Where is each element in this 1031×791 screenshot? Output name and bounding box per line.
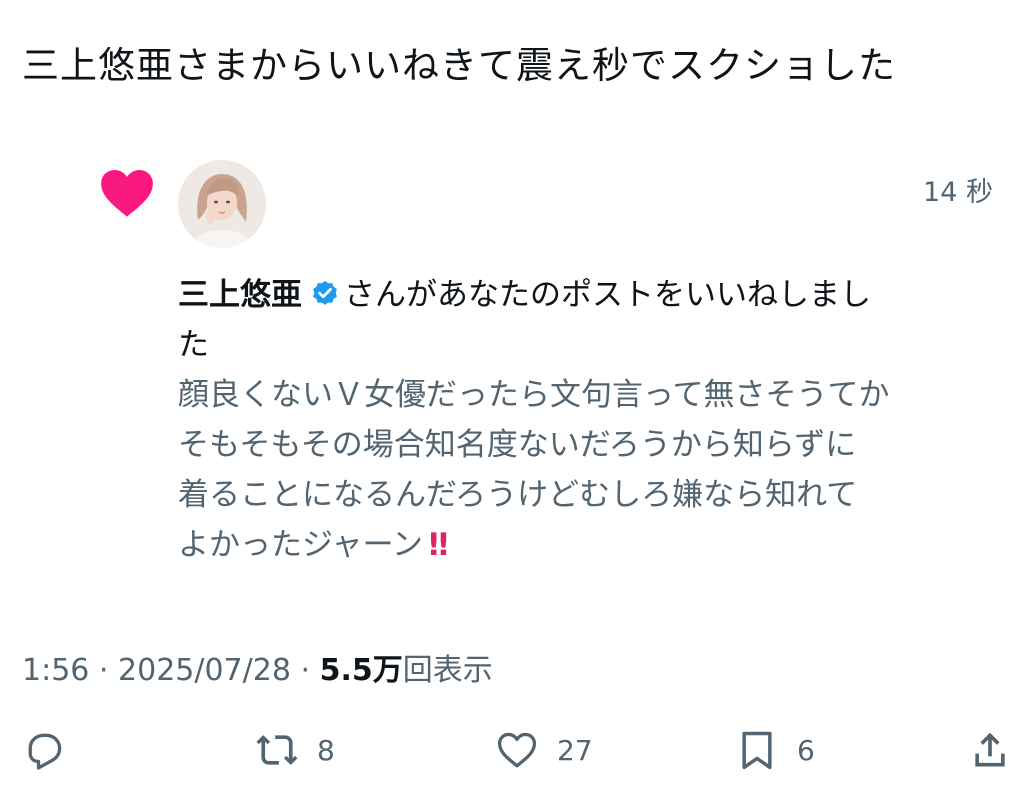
- meta-separator: ·: [300, 653, 311, 688]
- quoted-line: 着ることになるんだろうけどむしろ嫌なら知れて: [178, 477, 858, 513]
- repost-button[interactable]: 8: [255, 728, 335, 772]
- share-button[interactable]: [968, 728, 1012, 772]
- post-date[interactable]: 2025/07/28: [118, 653, 291, 688]
- avatar-image: [178, 160, 266, 248]
- bookmark-icon: [742, 731, 772, 770]
- notification-body: 三上悠亜 さんがあなたのポストをいいねしまし た 顔良くないＶ女優だったら文句言…: [178, 270, 998, 570]
- quoted-line: そもそもその場合知名度ないだろうから知らずに: [178, 427, 857, 463]
- repost-count: 8: [317, 733, 335, 767]
- like-button[interactable]: 27: [495, 728, 593, 772]
- double-exclamation-icon: ‼: [428, 527, 448, 563]
- post-time[interactable]: 1:56: [22, 653, 89, 688]
- heart-icon: [101, 170, 153, 217]
- notification-action-line: 三上悠亜 さんがあなたのポストをいいねしまし た: [178, 270, 998, 370]
- bookmark-button[interactable]: 6: [735, 728, 815, 772]
- quoted-line: よかったジャーン: [178, 527, 423, 563]
- liker-name[interactable]: 三上悠亜: [178, 277, 302, 313]
- share-icon: [975, 732, 1005, 767]
- reply-button[interactable]: [22, 728, 84, 772]
- reply-icon: [28, 733, 62, 770]
- notification-action-text-cont: た: [178, 327, 209, 363]
- like-icon: [497, 732, 537, 768]
- quoted-line-last: よかったジャーン ‼: [178, 520, 998, 570]
- views-count: 5.5万: [319, 653, 403, 688]
- meta-separator: ·: [98, 653, 109, 688]
- avatar[interactable]: [178, 160, 266, 248]
- like-count: 27: [557, 733, 593, 767]
- verified-badge-icon: [313, 280, 337, 305]
- post-text: 三上悠亜さまからいいねきて震え秒でスクショした: [22, 44, 896, 87]
- post-screenshot: 三上悠亜さまからいいねきて震え秒でスクショした 14 秒 三上悠亜 さんがあなた…: [0, 0, 1031, 791]
- bookmark-count: 6: [797, 733, 815, 767]
- quoted-post-text: 顔良くないＶ女優だったら文句言って無さそうてか そもそもその場合知名度ないだろう…: [178, 370, 998, 570]
- notification-action-text: さんがあなたのポストをいいねしまし: [344, 277, 871, 313]
- notification-time: 14 秒: [923, 177, 993, 208]
- post-meta: 1:56 · 2025/07/28 · 5.5万回表示: [22, 645, 493, 689]
- views-label: 回表示: [402, 653, 493, 688]
- quoted-line: 顔良くないＶ女優だったら文句言って無さそうてか: [178, 377, 890, 413]
- action-bar: 8 27 6: [0, 720, 1031, 780]
- repost-icon: [256, 735, 298, 765]
